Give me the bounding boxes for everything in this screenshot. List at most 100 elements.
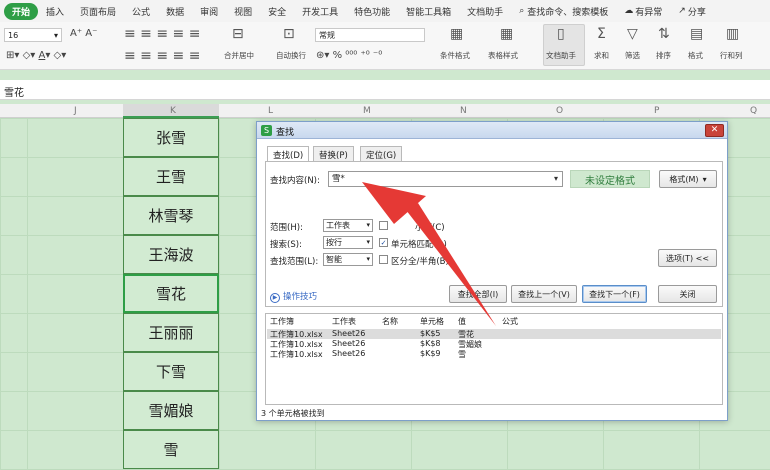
result-header-formula[interactable]: 公式: [502, 316, 518, 327]
column-n[interactable]: N: [460, 106, 467, 116]
no-format-label: 未设定格式: [570, 170, 650, 188]
column-k[interactable]: K: [170, 106, 176, 116]
tips-label: 操作技巧: [283, 292, 318, 302]
options-button[interactable]: 选项(T) <<: [658, 249, 717, 267]
tab-smart-tools[interactable]: 智能工具箱: [398, 3, 459, 20]
column-m[interactable]: M: [363, 106, 371, 116]
rows-cols-icon[interactable]: ▥: [726, 26, 739, 42]
result-header-sheet[interactable]: 工作表: [332, 316, 356, 327]
share-button[interactable]: ↗ 分享: [670, 3, 714, 20]
result-cell: $K$5: [420, 329, 441, 338]
grow-font-icon[interactable]: A⁺ A⁻: [70, 28, 97, 39]
number-format-select[interactable]: 常规: [315, 28, 425, 42]
tab-formulas[interactable]: 公式: [124, 3, 158, 20]
cell-k7[interactable]: 下雪: [123, 352, 219, 391]
tab-home[interactable]: 开始: [4, 2, 39, 20]
grid-line: [27, 118, 28, 470]
tab-insert[interactable]: 插入: [38, 3, 72, 20]
close-icon[interactable]: ✕: [705, 124, 724, 137]
column-p[interactable]: P: [654, 106, 659, 116]
cell-k5-active[interactable]: 雪花: [123, 274, 219, 313]
cell-k1[interactable]: 张雪: [123, 118, 219, 157]
command-search-label: 查找命令、搜索模板: [527, 7, 609, 18]
tab-view[interactable]: 视图: [226, 3, 260, 20]
column-j[interactable]: J: [74, 106, 77, 116]
sort-label[interactable]: 排序: [656, 50, 671, 61]
tab-data[interactable]: 数据: [158, 3, 192, 20]
table-style-label[interactable]: 表格样式: [488, 50, 518, 61]
cell-k8[interactable]: 雪媚娘: [123, 391, 219, 430]
dialog-titlebar[interactable]: S 查找 ✕: [257, 122, 727, 139]
tab-security[interactable]: 安全: [260, 3, 294, 20]
tips-link[interactable]: ▶ 操作技巧: [270, 290, 317, 303]
sort-icon[interactable]: ⇅: [658, 26, 670, 42]
match-cell-checkbox[interactable]: ✓: [379, 238, 388, 247]
filter-label[interactable]: 筛选: [625, 50, 640, 61]
find-all-button[interactable]: 查找全部(I): [449, 285, 507, 303]
cloud-icon: ☁: [624, 6, 634, 16]
cell-k9[interactable]: 雪: [123, 430, 219, 469]
chevron-down-icon[interactable]: ▾: [554, 172, 558, 186]
result-header-value[interactable]: 值: [458, 316, 466, 327]
anomaly-button[interactable]: ☁ 有异常: [616, 3, 670, 20]
find-prev-button[interactable]: 查找上一个(V): [511, 285, 577, 303]
wrap-icon[interactable]: ⊡: [283, 26, 295, 42]
percent-icon[interactable]: ⊛▾ % ⁰⁰⁰ ⁺⁰ ⁻⁰: [316, 50, 382, 61]
column-o[interactable]: O: [556, 106, 563, 116]
conditional-format-icon[interactable]: ▦: [450, 26, 463, 42]
formula-bar[interactable]: 雪花: [0, 80, 770, 100]
scope-label: 范围(H):: [270, 223, 303, 233]
tab-features[interactable]: 特色功能: [346, 3, 398, 20]
tab-find[interactable]: 查找(D): [267, 146, 310, 162]
result-row[interactable]: 工作簿10.xlsx Sheet26 $K$5 雪花: [267, 329, 721, 339]
column-l[interactable]: L: [268, 106, 273, 116]
scope-select[interactable]: 工作表 ▾: [323, 219, 373, 232]
border-icon[interactable]: ⊞▾ ◇▾ A▾ ◇▾: [6, 50, 66, 61]
result-row[interactable]: 工作簿10.xlsx Sheet26 $K$8 雪媚娘: [267, 339, 721, 349]
tab-doc-helper[interactable]: 文档助手: [459, 3, 511, 20]
merge-icon[interactable]: ⊟: [232, 26, 244, 42]
find-input[interactable]: 雪* ▾: [328, 171, 563, 187]
font-size-value: 16: [8, 30, 19, 40]
close-button[interactable]: 关闭: [658, 285, 717, 303]
format-label[interactable]: 格式: [688, 50, 703, 61]
filter-icon[interactable]: ▽: [627, 26, 638, 42]
result-book: 工作簿10.xlsx: [270, 350, 323, 359]
table-style-icon[interactable]: ▦: [500, 26, 513, 42]
align-left-icon[interactable]: ≡ ≡ ≡ ≡ ≡: [124, 48, 200, 64]
result-header-book[interactable]: 工作簿: [270, 316, 294, 327]
result-header-name[interactable]: 名称: [382, 316, 398, 327]
format-icon[interactable]: ▤: [690, 26, 703, 42]
tab-replace[interactable]: 替换(P): [313, 146, 354, 161]
tab-review[interactable]: 审阅: [192, 3, 226, 20]
rows-cols-label[interactable]: 行和列: [720, 50, 743, 61]
font-size-select[interactable]: 16 ▾: [4, 28, 62, 42]
share-label: 分享: [687, 7, 706, 18]
case-checkbox[interactable]: [379, 221, 388, 230]
cell-k3[interactable]: 林雪琴: [123, 196, 219, 235]
command-search[interactable]: ⌕ 查找命令、搜索模板: [511, 3, 616, 20]
find-input-value: 雪*: [332, 174, 345, 184]
cell-k2[interactable]: 王雪: [123, 157, 219, 196]
result-row[interactable]: 工作簿10.xlsx Sheet26 $K$9 雪: [267, 349, 721, 359]
result-header-cell[interactable]: 单元格: [420, 316, 444, 327]
sum-icon[interactable]: Σ: [597, 26, 606, 42]
tab-page-layout[interactable]: 页面布局: [72, 3, 124, 20]
sum-label[interactable]: 求和: [594, 50, 609, 61]
conditional-format-label[interactable]: 条件格式: [440, 50, 470, 61]
cell-k4[interactable]: 王海波: [123, 235, 219, 274]
width-checkbox[interactable]: [379, 255, 388, 264]
results-list[interactable]: 工作簿 工作表 名称 单元格 值 公式 工作簿10.xlsx Sheet26 $…: [265, 313, 723, 405]
merge-label[interactable]: 合并居中: [224, 50, 254, 61]
chevron-down-icon: ▾: [366, 238, 370, 246]
lookin-select[interactable]: 智能 ▾: [323, 253, 373, 266]
wrap-label[interactable]: 自动换行: [276, 50, 306, 61]
tab-developer[interactable]: 开发工具: [294, 3, 346, 20]
format-button[interactable]: 格式(M) ▾: [659, 170, 717, 188]
find-next-button[interactable]: 查找下一个(F): [582, 285, 647, 303]
search-order-select[interactable]: 按行 ▾: [323, 236, 373, 249]
align-top-icon[interactable]: ≡ ≡ ≡ ≡ ≡: [124, 26, 200, 42]
cell-k6[interactable]: 王丽丽: [123, 313, 219, 352]
column-q[interactable]: Q: [750, 106, 757, 116]
tab-goto[interactable]: 定位(G): [360, 146, 403, 161]
